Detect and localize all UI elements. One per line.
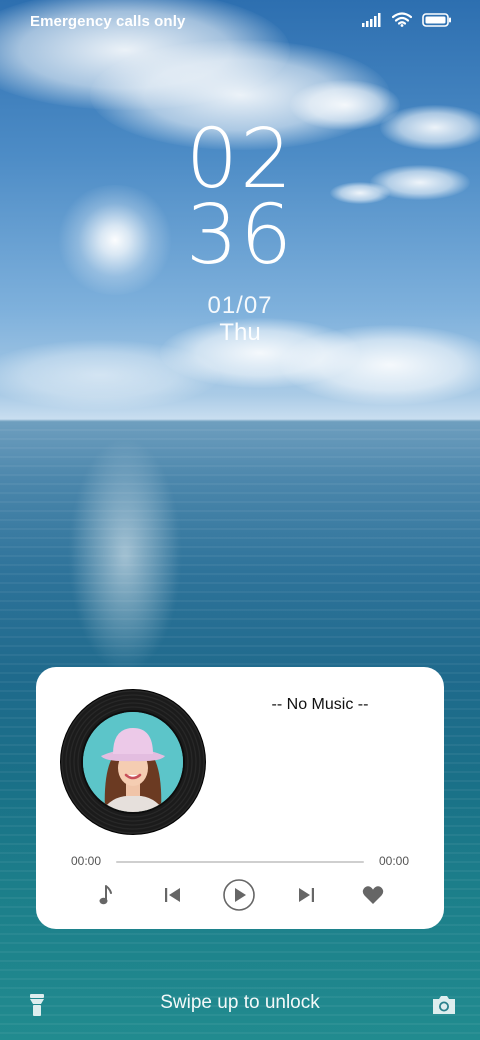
next-button[interactable] (288, 877, 324, 913)
signal-icon (362, 12, 382, 32)
music-widget: -- No Music -- 00:00 00:00 (36, 667, 444, 929)
heart-icon (362, 886, 384, 904)
previous-button[interactable] (155, 877, 191, 913)
play-button[interactable] (221, 877, 257, 913)
swipe-to-unlock-text[interactable]: Swipe up to unlock (0, 992, 480, 1014)
vinyl-record (60, 689, 206, 835)
previous-icon (165, 888, 180, 902)
clock-hour: 02 (185, 112, 295, 207)
wifi-icon (391, 12, 413, 32)
play-icon (223, 879, 255, 911)
battery-icon (422, 12, 452, 32)
music-note-icon (99, 885, 112, 905)
camera-icon (433, 996, 455, 1014)
status-bar: Emergency calls only (0, 0, 480, 44)
album-art[interactable] (83, 712, 183, 812)
lock-clock: 02 36 (0, 112, 480, 283)
song-title: -- No Music -- (271, 696, 369, 713)
favorite-button[interactable] (355, 877, 391, 913)
status-icons (362, 12, 452, 32)
camera-button[interactable] (429, 990, 459, 1020)
sun-glare (70, 440, 180, 670)
playback-controls (36, 877, 444, 913)
elapsed-time: 00:00 (71, 854, 102, 868)
carrier-text: Emergency calls only (30, 13, 186, 30)
music-note-button[interactable] (88, 877, 124, 913)
total-time: 00:00 (378, 854, 409, 868)
clock-minute: 36 (185, 188, 295, 283)
progress-bar[interactable] (116, 861, 364, 863)
next-icon (299, 888, 314, 902)
cloud (0, 340, 220, 410)
weekday-text: Thu (219, 319, 261, 346)
date-text: 01/07 (207, 292, 273, 319)
album-art-image (83, 712, 183, 812)
